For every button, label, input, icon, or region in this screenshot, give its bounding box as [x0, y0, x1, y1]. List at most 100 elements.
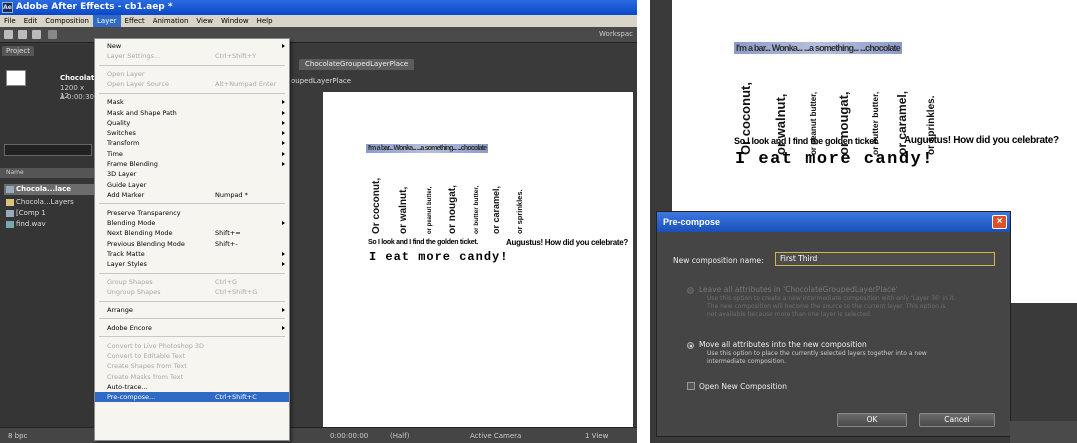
menu-item-shortcut: Ctrl+Shift+Y [215, 52, 257, 61]
cancel-button[interactable]: Cancel [919, 413, 995, 427]
view-select[interactable]: 1 View [585, 428, 608, 443]
menu-item-label: Track Matte [107, 249, 145, 258]
menu-item-auto-trace[interactable]: Auto-trace... [95, 382, 289, 392]
menu-item-adobe-encore[interactable]: Adobe Encore [95, 323, 289, 333]
menu-item-label: Auto-trace... [107, 382, 148, 391]
menu-animation[interactable]: Animation [149, 15, 193, 27]
menu-effect[interactable]: Effect [121, 15, 149, 27]
menu-item-switches[interactable]: Switches [95, 128, 289, 138]
zoom-tool-icon[interactable] [32, 30, 41, 39]
composition-icon [6, 186, 14, 193]
menu-item-label: Arrange [107, 306, 133, 315]
menu-separator [99, 318, 285, 320]
bpc-label[interactable]: 8 bpc [8, 428, 27, 443]
rotate-tool-icon[interactable] [48, 30, 57, 39]
menu-item-label: 3D Layer [107, 170, 137, 179]
project-item-label: find.wav [16, 220, 46, 228]
menu-item-create-shapes-from-text: Create Shapes from Text [95, 361, 289, 371]
composition-name-input[interactable]: First Third [775, 252, 995, 266]
composition-icon [6, 210, 14, 217]
menu-item-frame-blending[interactable]: Frame Blending [95, 159, 289, 169]
leave-attributes-radio[interactable] [687, 287, 694, 294]
submenu-arrow-icon [282, 308, 285, 313]
menu-separator [99, 64, 285, 66]
menu-item-mask[interactable]: Mask [95, 97, 289, 107]
composition-subtab[interactable]: oupedLayerPlace [291, 77, 351, 85]
menu-item-shortcut: Shift+= [215, 229, 241, 238]
menu-composition[interactable]: Composition [41, 15, 93, 27]
submenu-arrow-icon [282, 120, 285, 125]
menu-item-next-blending-mode[interactable]: Next Blending Mode Shift+= [95, 228, 289, 238]
submenu-arrow-icon [282, 325, 285, 330]
menu-item-label: Guide Layer [107, 180, 147, 189]
project-tab[interactable]: Project [2, 46, 34, 56]
menu-item-add-marker[interactable]: Add Marker Numpad * [95, 190, 289, 200]
composition-tab[interactable]: ChocolateGroupedLayerPlace [299, 59, 415, 70]
selection-tool-icon[interactable] [4, 30, 13, 39]
menu-item-guide-layer[interactable]: Guide Layer [95, 180, 289, 190]
menu-item-layer-settings: Layer Settings... Ctrl+Shift+Y [95, 51, 289, 61]
camera-select[interactable]: Active Camera [470, 428, 521, 443]
comp-duration: Δ 0:00:30 [60, 93, 94, 101]
lyric-line-2: I eat more candy! [369, 250, 509, 264]
window-title: Adobe After Effects - cb1.aep * [16, 2, 173, 12]
submenu-arrow-icon [282, 262, 285, 267]
menu-item-mask-and-shape-path[interactable]: Mask and Shape Path [95, 108, 289, 118]
menu-item-track-matte[interactable]: Track Matte [95, 249, 289, 259]
menu-window[interactable]: Window [217, 15, 253, 27]
project-item[interactable]: Chocola...Layers [4, 197, 94, 208]
menu-item-shortcut: Shift+- [215, 239, 238, 248]
menu-item-label: Quality [107, 118, 131, 127]
menu-edit[interactable]: Edit [20, 15, 42, 27]
resolution-select[interactable]: (Half) [390, 428, 409, 443]
menu-view[interactable]: View [192, 15, 217, 27]
after-effects-icon: Ae [2, 2, 13, 13]
menu-item-layer-styles[interactable]: Layer Styles [95, 259, 289, 269]
menu-item-new[interactable]: New [95, 41, 289, 51]
menu-item-convert-to-live-photoshop-3d: Convert to Live Photoshop 3D [95, 341, 289, 351]
vertical-text: or walnut, [398, 186, 409, 234]
menu-item-label: New [107, 42, 122, 50]
vertical-text: or peanut butter, [427, 186, 433, 234]
ok-button[interactable]: OK [837, 413, 907, 427]
project-item[interactable]: find.wav [4, 219, 94, 230]
hand-tool-icon[interactable] [18, 30, 27, 39]
menu-item-shortcut: Ctrl+G [215, 278, 238, 286]
menu-item-preserve-transparency[interactable]: Preserve Transparency [95, 208, 289, 218]
composition-canvas[interactable]: I'm a bar... Wonka... ...a something... … [323, 92, 633, 443]
menu-item-label: Add Marker [107, 190, 145, 199]
name-column-header[interactable]: Name [0, 168, 96, 178]
move-attributes-radio[interactable] [687, 342, 694, 349]
menu-item-quality[interactable]: Quality [95, 118, 289, 128]
dialog-title-bar: Pre-compose × [657, 212, 1010, 232]
lyric-line-b: Augustus! How did you celebrate? [506, 238, 628, 247]
leave-attributes-description: Use this option to create a new intermed… [707, 295, 956, 318]
menu-item-previous-blending-mode[interactable]: Previous Blending Mode Shift+- [95, 239, 289, 249]
menu-item-label: Open Layer [107, 70, 145, 79]
menu-item-blending-mode[interactable]: Blending Mode [95, 218, 289, 228]
move-attributes-label: Move all attributes into the new composi… [699, 340, 867, 349]
timecode[interactable]: 0:00:00:00 [330, 428, 368, 443]
lyric-line-2: I eat more candy! [735, 150, 934, 169]
workspace-label[interactable]: Workspac [599, 30, 633, 38]
menu-item-transform[interactable]: Transform [95, 138, 289, 148]
project-item-label: [Comp 1 [16, 209, 46, 217]
project-search-input[interactable] [4, 144, 92, 156]
menu-help[interactable]: Help [253, 15, 277, 27]
menu-layer[interactable]: Layer [93, 15, 121, 27]
submenu-arrow-icon [282, 162, 285, 166]
menu-item-time[interactable]: Time [95, 149, 289, 159]
menu-item-shortcut: Ctrl+Shift+C [215, 393, 257, 402]
composition-name-label: New composition name: [673, 256, 764, 265]
menu-item-arrange[interactable]: Arrange [95, 305, 289, 315]
menu-file[interactable]: File [0, 15, 20, 27]
menu-item-pre-compose[interactable]: Pre-compose... Ctrl+Shift+C [95, 392, 289, 403]
open-new-composition-checkbox[interactable] [687, 382, 695, 390]
submenu-arrow-icon [282, 151, 285, 156]
project-item[interactable]: Chocola...lace [4, 184, 94, 195]
vertical-text: or sprinkles. [926, 95, 937, 155]
menu-item-3d-layer[interactable]: 3D Layer [95, 169, 289, 179]
project-item[interactable]: [Comp 1 [4, 208, 94, 219]
close-icon[interactable]: × [992, 215, 1007, 229]
menu-item-create-masks-from-text: Create Masks from Text [95, 372, 289, 382]
